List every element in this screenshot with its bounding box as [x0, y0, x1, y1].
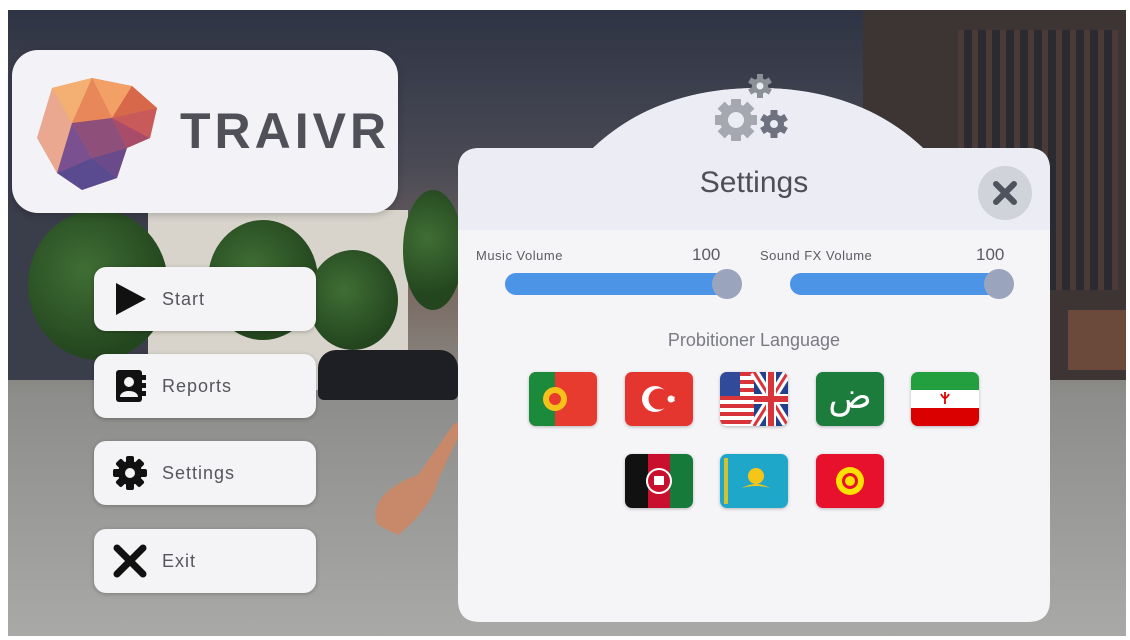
tree	[403, 190, 463, 310]
music-volume-fill	[505, 273, 731, 295]
x-icon	[113, 544, 147, 578]
portugal-flag-icon[interactable]	[529, 372, 597, 426]
close-button[interactable]	[978, 166, 1032, 220]
fence	[1068, 310, 1126, 370]
gear-icon	[113, 456, 147, 490]
turkey-flag-icon[interactable]	[625, 372, 693, 426]
music-volume-value: 100	[692, 245, 721, 264]
reports-label: Reports	[162, 376, 233, 396]
reports-button[interactable]: Reports	[94, 354, 316, 418]
iran-flag-icon[interactable]	[911, 372, 979, 426]
kyrgyzstan-flag-icon[interactable]	[816, 454, 884, 508]
parked-car	[318, 350, 458, 400]
exit-button[interactable]: Exit	[94, 529, 316, 593]
settings-label: Settings	[162, 463, 236, 483]
settings-button[interactable]: Settings	[94, 441, 316, 505]
sfx-volume-value: 100	[976, 245, 1005, 264]
brain-logo-icon	[37, 78, 157, 190]
vr-hand	[375, 422, 462, 535]
afghanistan-flag-icon[interactable]	[625, 454, 693, 508]
gears-icon	[715, 74, 788, 141]
contact-book-icon	[116, 370, 146, 402]
music-volume-knob[interactable]	[712, 269, 742, 299]
sfx-volume-knob[interactable]	[984, 269, 1014, 299]
tree	[308, 250, 398, 350]
close-icon	[993, 181, 1017, 205]
music-volume-slider[interactable]	[505, 269, 742, 299]
sfx-volume-fill	[790, 273, 1003, 295]
settings-panel: Settings Music Volume 100 Sound FX Volum…	[458, 60, 1050, 622]
start-label: Start	[162, 289, 206, 309]
language-heading: Probitioner Language	[667, 330, 841, 350]
arabic-letter-icon[interactable]: ض	[816, 372, 884, 426]
music-volume-label: Music Volume	[476, 248, 563, 263]
sfx-volume-slider[interactable]	[790, 269, 1014, 299]
play-icon	[116, 283, 146, 315]
usa-uk-flag-icon[interactable]	[720, 372, 788, 426]
logo-card: TRAIVR	[12, 50, 398, 213]
logo-text: TRAIVR	[180, 103, 391, 159]
exit-label: Exit	[162, 551, 197, 571]
settings-title: Settings	[699, 166, 809, 199]
arabic-letter-glyph: ض	[828, 376, 872, 417]
sfx-volume-label: Sound FX Volume	[760, 248, 873, 263]
kazakhstan-flag-icon[interactable]	[720, 454, 788, 508]
start-button[interactable]: Start	[94, 267, 316, 331]
